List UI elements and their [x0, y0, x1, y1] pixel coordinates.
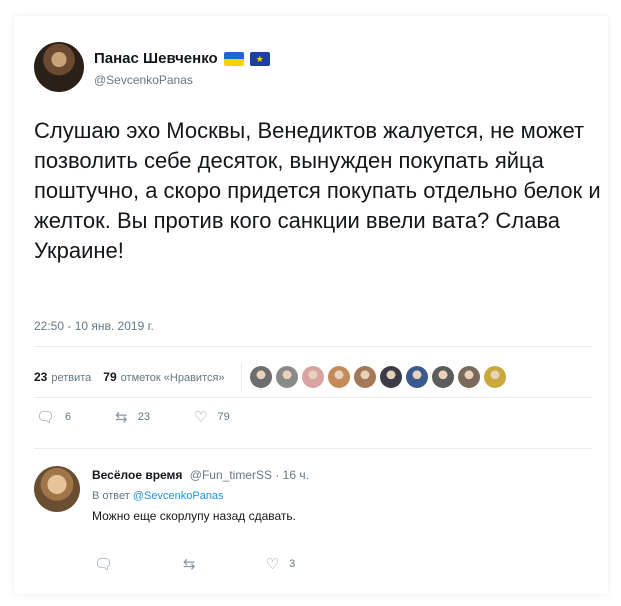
ukraine-flag-icon: [223, 51, 244, 66]
reply-action[interactable]: 🗨 6: [36, 408, 71, 426]
retweets-count: 23: [34, 370, 48, 384]
in-reply-mention[interactable]: @SevcenkoPanas: [133, 490, 224, 502]
reply-like-action[interactable]: ♡ 3: [266, 555, 296, 573]
tweet-actions: 🗨 6 ⇆ 23 ♡ 79: [36, 408, 274, 426]
tweet-timestamp[interactable]: 22:50 - 10 янв. 2019 г.: [34, 319, 154, 333]
likes-stat[interactable]: 79 отметок «Нравится»: [103, 370, 224, 384]
liker-avatar[interactable]: [249, 366, 272, 388]
liker-avatar[interactable]: [483, 366, 506, 388]
author-display-name[interactable]: Панас Шевченко: [94, 50, 218, 67]
author-handle[interactable]: @SevcenkoPanas: [94, 73, 193, 87]
retweets-label: ретвита: [51, 372, 92, 384]
reply-retweet-action[interactable]: ⇆: [183, 555, 206, 573]
like-count: 79: [217, 411, 230, 423]
heart-icon: ♡: [194, 408, 208, 426]
reply-text: Можно еще скорлупу назад сдавать.: [92, 509, 296, 523]
reply-actions: 🗨 ⇆ ♡ 3: [94, 555, 355, 573]
liker-avatar[interactable]: [327, 366, 350, 388]
liker-avatar[interactable]: [301, 366, 324, 388]
reply-author-handle[interactable]: @Fun_timerSS: [190, 468, 272, 482]
reply-icon: 🗨: [36, 408, 56, 426]
reply-author-name[interactable]: Весёлое время: [92, 468, 182, 482]
reply-header: Весёлое время @Fun_timerSS · 16 ч.: [92, 468, 309, 482]
tweet-card: Панас Шевченко @SevcenkoPanas Слушаю эхо…: [14, 16, 608, 594]
liker-avatar[interactable]: [275, 366, 298, 388]
eu-flag-icon: [249, 51, 270, 66]
reply-author-avatar[interactable]: [34, 466, 80, 512]
tweet-text: Слушаю эхо Москвы, Венедиктов жалуется, …: [34, 118, 601, 263]
retweet-icon: ⇆: [115, 408, 128, 426]
reply-time[interactable]: · 16 ч.: [275, 468, 309, 482]
reply-icon: 🗨: [94, 555, 114, 573]
divider: [34, 448, 592, 449]
tweet-header: Панас Шевченко @SevcenkoPanas: [34, 42, 594, 98]
author-avatar[interactable]: [34, 42, 84, 92]
in-reply-to: В ответ @SevcenkoPanas: [92, 490, 224, 502]
heart-icon: ♡: [265, 555, 280, 573]
divider: [34, 346, 592, 347]
in-reply-prefix: В ответ: [92, 490, 130, 502]
reply-tweet[interactable]: Весёлое время @Fun_timerSS · 16 ч. В отв…: [34, 466, 594, 586]
like-action[interactable]: ♡ 79: [194, 408, 230, 426]
stats-separator: [240, 363, 242, 391]
reply-like-count: 3: [289, 558, 296, 570]
reply-count: 6: [65, 411, 72, 423]
divider: [34, 397, 592, 398]
retweets-stat[interactable]: 23 ретвита: [34, 370, 91, 384]
liker-avatar[interactable]: [457, 366, 480, 388]
liker-avatar[interactable]: [405, 366, 428, 388]
author-name-row: Панас Шевченко: [94, 50, 270, 67]
tweet-stats: 23 ретвита 79 отметок «Нравится»: [34, 360, 594, 394]
likes-label: отметок «Нравится»: [120, 372, 225, 384]
reply-reply-action[interactable]: 🗨: [94, 555, 123, 573]
liker-avatars: [249, 366, 506, 388]
retweet-count: 23: [137, 411, 150, 423]
liker-avatar[interactable]: [431, 366, 454, 388]
liker-avatar[interactable]: [379, 366, 402, 388]
retweet-icon: ⇆: [183, 555, 196, 573]
liker-avatar[interactable]: [353, 366, 376, 388]
likes-count: 79: [103, 370, 117, 384]
retweet-action[interactable]: ⇆ 23: [115, 408, 150, 426]
